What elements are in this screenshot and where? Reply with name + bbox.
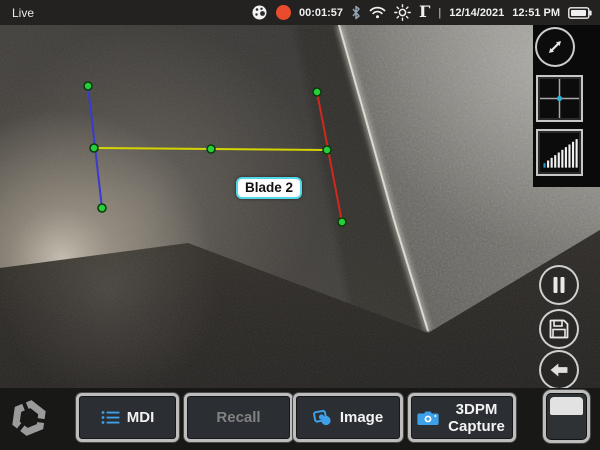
pause-icon [547,273,571,297]
brightness-icon[interactable] [394,4,411,21]
measurement-point[interactable] [338,218,346,226]
crosshair-icon [540,79,579,118]
list-icon [101,410,120,425]
3dpm-capture-button-label: 3DPM Capture [446,401,508,435]
bluetooth-icon[interactable] [351,5,361,20]
measurement-point[interactable] [313,88,321,96]
measurement-point[interactable] [323,146,331,154]
measurement-point[interactable] [207,145,215,153]
back-button[interactable] [539,350,579,390]
status-time: 12:51 PM [512,7,560,19]
status-date: 12/14/2021 [449,7,504,19]
image-button-label: Image [340,409,383,426]
status-bar: Live 00:01:57 [0,0,600,25]
image-button[interactable]: Image [293,393,403,442]
waygate-logo [8,397,50,439]
video-scene [0,25,600,450]
recall-button-label: Recall [216,409,260,426]
bottom-toolbar: MDI Recall Image [0,388,600,450]
panel-toggle-button[interactable] [543,390,590,443]
borescope-screen: Live 00:01:57 [0,0,600,450]
panel-toggle-icon [546,393,587,440]
save-icon [547,317,571,341]
camera-icon [417,409,439,426]
save-button[interactable] [539,309,579,349]
crosshair-center-dot [557,96,562,101]
live-video-view[interactable]: Blade 2 [0,25,600,450]
battery-icon [568,7,592,19]
photos-icon [313,409,333,427]
measurement-point[interactable] [90,144,98,152]
measurement-label[interactable]: Blade 2 [236,177,302,199]
mdi-button-label: MDI [127,409,155,426]
status-divider: | [438,7,441,19]
wifi-icon[interactable] [369,6,386,19]
expand-icon [540,32,570,62]
palette-icon[interactable] [251,4,268,21]
recall-button[interactable]: Recall [184,393,293,442]
measurement-point[interactable] [98,204,106,212]
pause-button[interactable] [539,265,579,305]
gamma-symbol[interactable]: Γ [419,4,430,20]
record-time: 00:01:57 [299,7,343,19]
status-indicators: 00:01:57 [251,4,592,21]
live-label: Live [12,6,34,20]
expand-view-button[interactable] [535,27,575,67]
measurement-point[interactable] [84,82,92,90]
mdi-button[interactable]: MDI [76,393,179,442]
record-indicator [276,5,291,20]
zoom-bars-icon [539,132,580,173]
crosshair-button[interactable] [536,75,583,122]
zoom-level-button[interactable] [536,129,583,176]
3dpm-capture-button[interactable]: 3DPM Capture [408,393,516,442]
back-icon [546,357,572,383]
